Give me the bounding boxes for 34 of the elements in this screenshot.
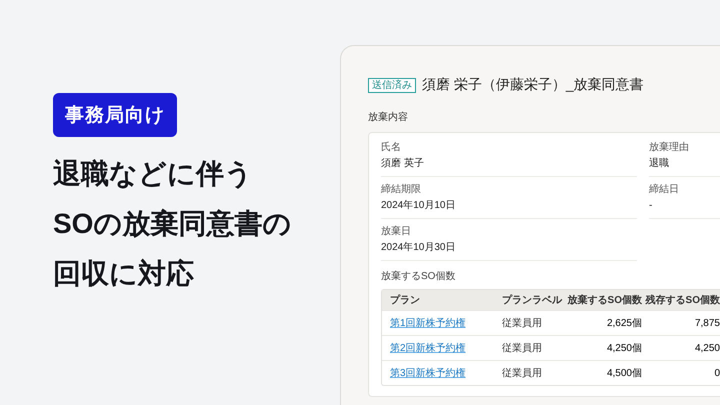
table-cell: 4,250 <box>694 342 720 354</box>
plan-link[interactable]: 第2回新株予約権 <box>390 343 466 354</box>
headline: SOの放棄同意書の <box>53 207 292 241</box>
column-header: 放棄するSO個数 <box>568 295 642 306</box>
table-cell: 4,250個 <box>606 343 642 354</box>
table-cell: 従業員用 <box>502 343 542 354</box>
table-cell: 従業員用 <box>502 318 542 329</box>
field-label: 放棄理由 <box>649 141 690 154</box>
table-cell: 7,875 <box>694 318 720 328</box>
table-cell: 2,625個 <box>606 318 642 329</box>
field-value: 2024年10月30日 <box>381 241 456 255</box>
table-cell: 0 <box>714 368 720 378</box>
table-cell: 4,500個 <box>606 368 642 379</box>
field-value: - <box>649 199 654 213</box>
column-header: 残存するSO個数 <box>646 295 720 306</box>
headline: 回収に対応 <box>53 257 195 291</box>
plan-link[interactable]: 第3回新株予約権 <box>390 368 466 379</box>
headline: 退職などに伴う <box>53 157 254 191</box>
field-value: 須磨 英子 <box>381 157 425 171</box>
plan-link[interactable]: 第1回新株予約権 <box>390 318 466 329</box>
field-label: 締結期限 <box>381 183 422 196</box>
field-value: 退職 <box>649 157 670 171</box>
column-header: プラン <box>390 295 420 306</box>
table-heading: 放棄するSO個数 <box>381 270 456 283</box>
status-badge: 送信済み <box>368 78 416 92</box>
field-label: 氏名 <box>381 141 402 154</box>
table-cell: 従業員用 <box>502 368 542 379</box>
section-heading: 放棄内容 <box>368 110 409 124</box>
column-header: プランラベル <box>502 295 562 306</box>
field-value: 2024年10月10日 <box>381 199 456 213</box>
document-title: 須磨 栄子（伊藤栄子）_放棄同意書 <box>422 76 644 94</box>
field-label: 締結日 <box>649 183 680 196</box>
audience-badge: 事務局向け <box>53 93 177 137</box>
field-label: 放棄日 <box>381 225 412 238</box>
